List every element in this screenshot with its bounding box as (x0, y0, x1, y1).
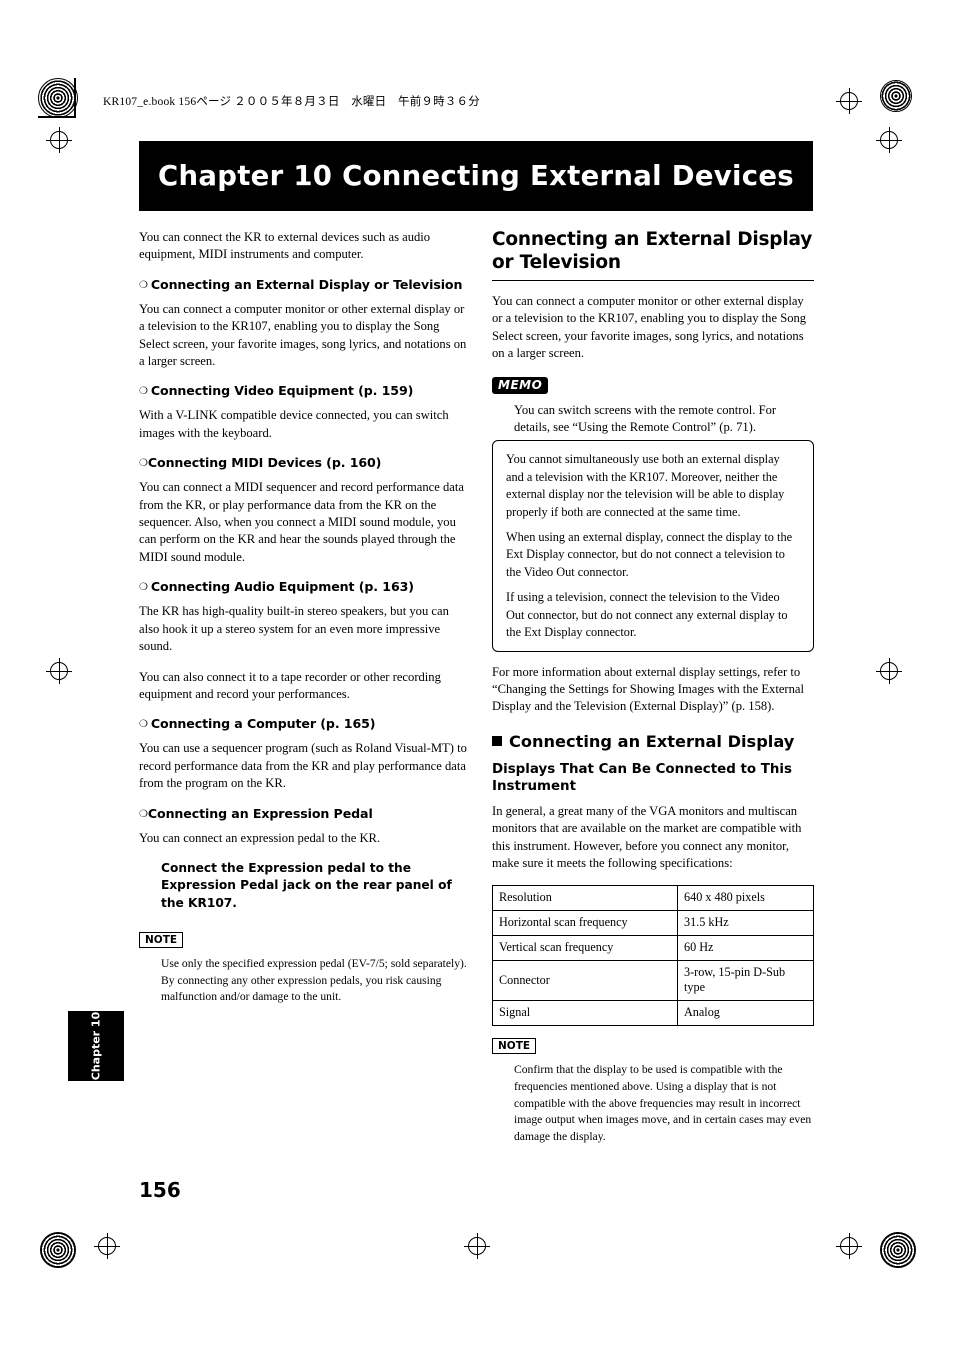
para-connecting-audio-equipment-2: You can also connect it to a tape record… (139, 669, 441, 701)
registration-target-right-upper (876, 127, 902, 153)
subsubsection-heading-displays-supported: Displays That Can Be Connected to This I… (492, 761, 792, 795)
memo-badge: MEMO (492, 376, 549, 394)
spec-value-horizontal-scan-frequency: 31.5 kHz (677, 910, 814, 937)
memo-block: MEMO You can switch screens with the rem… (492, 376, 814, 437)
registration-spiral-bottom-left (40, 1232, 76, 1268)
table-row: Vertical scan frequency 60 Hz (492, 935, 814, 962)
table-row: Signal Analog (492, 1000, 814, 1027)
bullet-circle-icon: ❍ (139, 719, 148, 731)
registration-target-bottom-center (464, 1233, 490, 1259)
right-note-text: Confirm that the display to be used is c… (514, 1063, 812, 1143)
heading-connecting-audio-equipment: ❍ Connecting Audio Equipment (p. 163) (139, 579, 467, 596)
specifications-table: Resolution 640 x 480 pixels Horizontal s… (492, 885, 814, 1027)
subsection-heading-text: Connecting an External Display (509, 731, 795, 751)
heading-text: Connecting Video Equipment (p. 159) (150, 383, 414, 399)
section-title: Connecting an External Display or Televi… (492, 229, 813, 273)
page-number: 156 (139, 1178, 181, 1202)
para-connecting-external-display: You can connect a computer monitor or ot… (139, 301, 467, 369)
square-bullet-icon (492, 735, 502, 746)
registration-target-left-lower (94, 1233, 120, 1259)
caution-box: You cannot simultaneously use both an ex… (492, 440, 814, 652)
caution-paragraph-2: When using an external display, connect … (506, 530, 793, 579)
table-row: Connector 3-row, 15-pin D-Sub type (492, 960, 814, 1002)
note-badge: NOTE (492, 1038, 537, 1055)
heading-connecting-video-equipment: ❍ Connecting Video Equipment (p. 159) (139, 383, 467, 400)
table-row: Resolution 640 x 480 pixels (492, 885, 814, 912)
table-row: Horizontal scan frequency 31.5 kHz (492, 910, 814, 937)
heading-connecting-midi-devices: ❍Connecting MIDI Devices (p. 160) (139, 455, 467, 472)
spec-key-resolution: Resolution (492, 885, 678, 912)
spec-value-connector: 3-row, 15-pin D-Sub type (677, 960, 814, 1002)
bullet-circle-icon: ❍ (139, 279, 148, 291)
crop-corner-top-left (38, 116, 76, 118)
registration-target-top-left (46, 127, 72, 153)
right-column: Connecting an External Display or Televi… (492, 228, 814, 1145)
expression-pedal-instruction-block: Connect the Expression pedal to the Expr… (161, 860, 467, 912)
heading-connecting-expression-pedal: ❍Connecting an Expression Pedal (139, 806, 467, 823)
memo-text: You can switch screens with the remote c… (514, 402, 777, 435)
bullet-circle-icon: ❍ (139, 808, 148, 820)
registration-spiral-top-right (880, 80, 912, 112)
left-note-text: Use only the specified expression pedal … (161, 957, 467, 1004)
bullet-circle-icon: ❍ (139, 386, 148, 398)
memo-text-wrap: You can switch screens with the remote c… (514, 402, 814, 437)
heading-text: Connecting an Expression Pedal (147, 805, 373, 821)
spec-key-horizontal-scan-frequency: Horizontal scan frequency (492, 910, 678, 937)
left-column: You can connect the KR to external devic… (139, 229, 467, 1006)
para-connecting-audio-equipment: The KR has high-quality built-in stereo … (139, 604, 449, 654)
right-intro-paragraph: You can connect a computer monitor or ot… (492, 294, 807, 361)
registration-target-bottom-right (836, 1233, 862, 1259)
heading-text: Connecting MIDI Devices (p. 160) (147, 455, 382, 471)
para-displays-supported: In general, a great many of the VGA moni… (492, 803, 802, 870)
crop-corner-top-left-v (74, 78, 76, 116)
chapter-side-tab: Chapter 10 (68, 1011, 124, 1081)
registration-spiral-top-left (38, 78, 78, 118)
left-note-text-wrap: Use only the specified expression pedal … (161, 956, 467, 1006)
bullet-circle-icon: ❍ (139, 458, 148, 470)
spec-key-vertical-scan-frequency: Vertical scan frequency (492, 935, 678, 962)
left-note-block: NOTE Use only the specified expression p… (139, 930, 467, 1006)
registration-target-top-right (836, 88, 862, 114)
para-connecting-a-computer: You can use a sequencer program (such as… (139, 741, 467, 791)
spec-value-resolution: 640 x 480 pixels (677, 885, 814, 912)
expression-pedal-instruction: Connect the Expression pedal to the Expr… (161, 860, 452, 910)
note-badge: NOTE (139, 932, 184, 949)
para-connecting-midi-devices: You can connect a MIDI sequencer and rec… (139, 480, 464, 564)
registration-spiral-bottom-right (880, 1232, 916, 1268)
book-header-line: KR107_e.book 156ページ ２００５年８月３日 水曜日 午前９時３６… (103, 96, 480, 108)
para-after-caution: For more information about external disp… (492, 664, 804, 714)
heading-connecting-a-computer: ❍ Connecting a Computer (p. 165) (139, 716, 467, 733)
heading-text: Connecting an External Display or Televi… (150, 276, 463, 292)
left-intro-paragraph: You can connect the KR to external devic… (139, 230, 431, 262)
section-title-rule (492, 280, 814, 281)
caution-paragraph-3: If using a television, connect the telev… (506, 590, 788, 640)
caution-paragraph-1: You cannot simultaneously use both an ex… (506, 452, 785, 519)
heading-text: Connecting Audio Equipment (p. 163) (150, 579, 414, 595)
right-note-text-wrap: Confirm that the display to be used is c… (514, 1062, 814, 1145)
heading-connecting-external-display: ❍ Connecting an External Display or Telev… (139, 277, 467, 294)
heading-text: Connecting a Computer (p. 165) (150, 716, 376, 732)
spec-value-vertical-scan-frequency: 60 Hz (677, 935, 814, 962)
registration-target-left-middle (46, 658, 72, 684)
para-connecting-expression-pedal: You can connect an expression pedal to t… (139, 830, 381, 845)
spec-value-signal: Analog (677, 1000, 814, 1027)
chapter-banner: Chapter 10 Connecting External Devices (139, 141, 813, 211)
right-note-block: NOTE Confirm that the display to be used… (492, 1036, 814, 1145)
para-connecting-video-equipment: With a V-LINK compatible device connecte… (139, 408, 449, 440)
chapter-side-tab-label: Chapter 10 (89, 1011, 103, 1081)
spec-key-connector: Connector (492, 960, 678, 1002)
bullet-circle-icon: ❍ (139, 582, 148, 594)
subsection-heading-connecting-external-display: Connecting an External Display (492, 732, 814, 752)
registration-target-right-middle (876, 658, 902, 684)
spec-key-signal: Signal (492, 1000, 678, 1027)
